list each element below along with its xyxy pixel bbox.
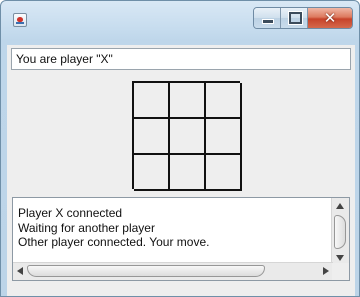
board-cell-3[interactable] (206, 83, 242, 119)
scroll-down-arrow-icon[interactable] (336, 255, 344, 261)
horizontal-scrollbar[interactable] (13, 262, 333, 280)
vertical-scrollbar[interactable] (331, 198, 349, 265)
content-pane: You are player "X" Player X connected Wa… (7, 45, 355, 296)
scroll-right-arrow-icon[interactable] (323, 267, 329, 275)
message-log[interactable]: Player X connected Waiting for another p… (12, 197, 350, 281)
log-text: Player X connected Waiting for another p… (18, 206, 328, 250)
log-line: Waiting for another player (18, 220, 155, 235)
tic-tac-toe-board (132, 81, 242, 191)
minimize-button[interactable] (254, 8, 281, 28)
minimize-icon (262, 19, 274, 24)
scroll-up-arrow-icon[interactable] (336, 203, 344, 209)
title-bar[interactable]: ✕ (1, 1, 359, 39)
player-status-field: You are player "X" (11, 48, 351, 70)
vertical-scroll-thumb[interactable] (334, 215, 346, 249)
board-cell-6[interactable] (206, 119, 242, 155)
board-cell-2[interactable] (170, 83, 206, 119)
board-cell-8[interactable] (170, 155, 206, 191)
board-cell-9[interactable] (206, 155, 242, 191)
board-cell-5[interactable] (170, 119, 206, 155)
board-cell-1[interactable] (134, 83, 170, 119)
maximize-button[interactable] (281, 8, 308, 28)
log-line: Player X connected (18, 206, 123, 220)
window-controls: ✕ (253, 7, 353, 29)
java-app-icon[interactable] (13, 13, 27, 27)
app-window: ✕ You are player "X" Player X connected … (0, 0, 360, 297)
horizontal-scroll-thumb[interactable] (27, 265, 265, 277)
log-line: Other player connected. Your move. (18, 235, 210, 249)
close-button[interactable]: ✕ (308, 8, 352, 28)
close-icon: ✕ (323, 9, 337, 27)
scrollbar-corner (332, 263, 349, 280)
board-cell-4[interactable] (134, 119, 170, 155)
scroll-left-arrow-icon[interactable] (17, 267, 23, 275)
board-cell-7[interactable] (134, 155, 170, 191)
maximize-icon (289, 12, 302, 24)
